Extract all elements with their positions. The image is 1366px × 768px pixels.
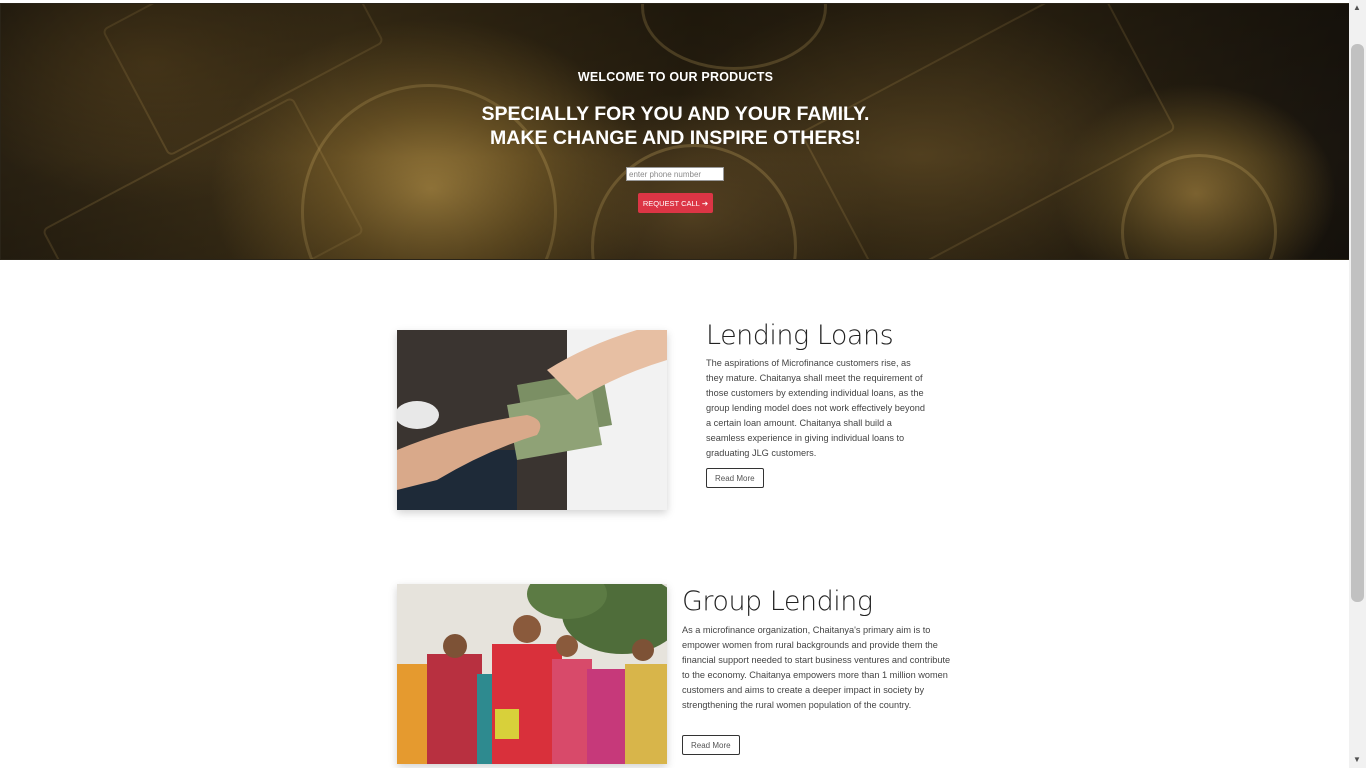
scroll-up-icon[interactable]: ▲: [1353, 3, 1361, 13]
product-heading: Group Lending: [682, 586, 873, 617]
request-call-button[interactable]: REQUEST CALL ➔: [638, 193, 713, 213]
phone-number-input[interactable]: [626, 167, 724, 181]
product-heading: Lending Loans: [706, 320, 894, 351]
scrollbar-thumb[interactable]: [1351, 44, 1364, 602]
read-more-button[interactable]: Read More: [706, 468, 764, 488]
hero-title-line-1: SPECIALLY FOR YOU AND YOUR FAMILY.: [481, 103, 870, 125]
money-exchange-image: [397, 330, 667, 510]
hero-title-line-2: MAKE CHANGE AND INSPIRE OTHERS!: [490, 127, 861, 149]
request-call-label: REQUEST CALL: [642, 198, 700, 208]
hero-banner: WELCOME TO OUR PRODUCTS SPECIALLY FOR YO…: [0, 3, 1351, 260]
women-group-image: [397, 584, 667, 764]
scroll-down-icon[interactable]: ▼: [1353, 755, 1361, 765]
read-more-button[interactable]: Read More: [682, 735, 740, 755]
hero-title: SPECIALLY FOR YOU AND YOUR FAMILY. MAKE …: [1, 102, 1350, 150]
arrow-right-icon: ➔: [701, 198, 709, 208]
product-description: As a microfinance organization, Chaitany…: [682, 625, 951, 710]
product-description: The aspirations of Microfinance customer…: [706, 358, 925, 458]
hero-kicker: WELCOME TO OUR PRODUCTS: [577, 70, 774, 84]
